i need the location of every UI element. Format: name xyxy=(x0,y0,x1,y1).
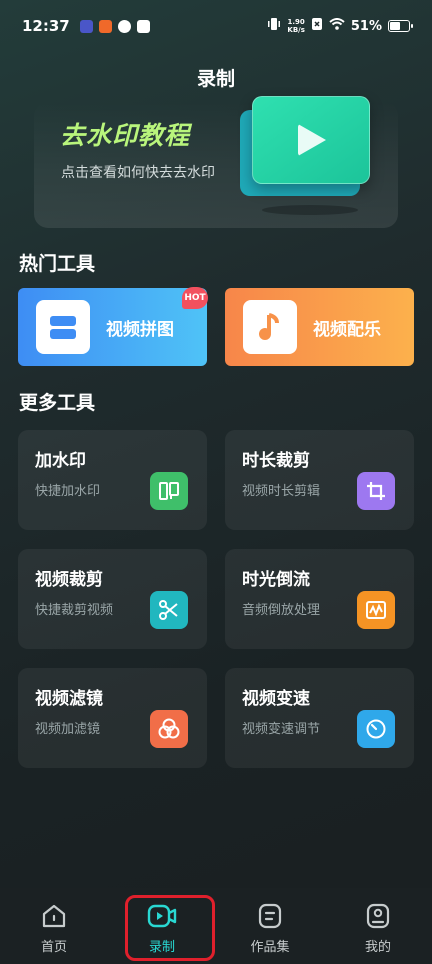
net-speed-value: 1.90 xyxy=(287,18,305,26)
add-watermark-card[interactable]: 加水印 快捷加水印 xyxy=(18,430,207,530)
video-collage-label: 视频拼图 xyxy=(106,319,174,340)
tool-title: 视频滤镜 xyxy=(35,689,103,709)
tab-portfolio[interactable]: 作品集 xyxy=(216,888,324,964)
tool-title: 加水印 xyxy=(35,451,86,471)
bottom-tab-bar: 首页 录制 作品集 我的 xyxy=(0,888,432,964)
watermark-icon xyxy=(150,472,188,510)
filter-icon xyxy=(150,710,188,748)
vibrate-icon xyxy=(267,17,281,35)
video-speed-card[interactable]: 视频变速 视频变速调节 xyxy=(225,668,414,768)
app-notification-icon xyxy=(117,19,131,33)
tab-profile[interactable]: 我的 xyxy=(324,888,432,964)
tool-subtitle: 视频变速调节 xyxy=(242,722,321,737)
net-speed-unit: KB/s xyxy=(287,26,305,34)
tool-title: 视频变速 xyxy=(242,689,310,709)
tool-title: 视频裁剪 xyxy=(35,570,103,590)
app-notification-icon xyxy=(98,19,112,33)
video-music-label: 视频配乐 xyxy=(313,319,381,340)
profile-icon xyxy=(366,903,390,929)
page-title: 录制 xyxy=(196,68,235,90)
play-icon xyxy=(298,124,326,156)
hot-tools-title: 热门工具 xyxy=(19,253,96,275)
sim-icon xyxy=(311,17,323,35)
collage-icon xyxy=(36,300,90,354)
time-reverse-card[interactable]: 时光倒流 音频倒放处理 xyxy=(225,549,414,649)
scissors-icon xyxy=(150,591,188,629)
wifi-icon xyxy=(329,18,345,34)
app-notification-icon xyxy=(79,19,93,33)
video-collage-card[interactable]: 视频拼图 xyxy=(18,288,207,366)
video-music-card[interactable]: 视频配乐 xyxy=(225,288,414,366)
mail-icon xyxy=(136,19,150,33)
more-tools-title: 更多工具 xyxy=(19,392,96,414)
tool-title: 时长裁剪 xyxy=(242,451,310,471)
crop-icon xyxy=(357,472,395,510)
waveform-icon xyxy=(357,591,395,629)
tab-label: 首页 xyxy=(40,940,67,955)
tool-subtitle: 快捷加水印 xyxy=(35,484,101,499)
tab-home[interactable]: 首页 xyxy=(0,888,108,964)
home-icon xyxy=(42,904,66,928)
tool-subtitle: 快捷裁剪视频 xyxy=(35,603,114,618)
tab-label: 我的 xyxy=(364,940,391,955)
highlight-annotation xyxy=(125,895,215,961)
battery-percent: 51% xyxy=(350,18,382,34)
banner-shadow xyxy=(262,205,358,215)
tool-subtitle: 视频时长剪辑 xyxy=(242,484,321,499)
speedometer-icon xyxy=(357,710,395,748)
hot-badge: HOT xyxy=(182,287,208,309)
portfolio-icon xyxy=(258,903,282,929)
battery-icon xyxy=(388,20,413,32)
status-time: 12:37 xyxy=(22,17,70,35)
tab-label: 作品集 xyxy=(250,940,290,955)
net-speed: 1.90 KB/s xyxy=(287,18,304,34)
video-filter-card[interactable]: 视频滤镜 视频加滤镜 xyxy=(18,668,207,768)
duration-trim-card[interactable]: 时长裁剪 视频时长剪辑 xyxy=(225,430,414,530)
tool-subtitle: 音频倒放处理 xyxy=(242,603,321,618)
banner-subtitle: 点击查看如何快去去水印 xyxy=(61,165,215,181)
tool-title: 时光倒流 xyxy=(242,570,310,590)
music-note-icon xyxy=(243,300,297,354)
video-crop-card[interactable]: 视频裁剪 快捷裁剪视频 xyxy=(18,549,207,649)
status-bar: 12:37 1.90 KB/s 51% xyxy=(0,0,432,52)
tool-subtitle: 视频加滤镜 xyxy=(35,722,101,737)
banner-title: 去水印教程 xyxy=(60,121,191,150)
